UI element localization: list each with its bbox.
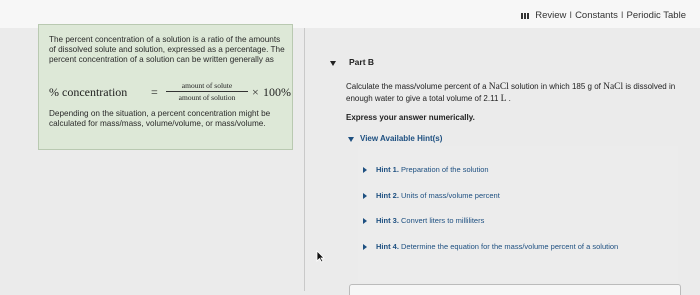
hint-title: Preparation of the solution — [398, 165, 489, 174]
hints-list: Hint 1. Preparation of the solution Hint… — [358, 146, 678, 282]
formula-numerator: amount of solute — [166, 81, 248, 92]
link-separator: I — [569, 10, 573, 21]
intro-paragraph: The percent concentration of a solution … — [49, 35, 285, 64]
intro-panel: The percent concentration of a solution … — [38, 24, 293, 150]
chem-nacl: NaCl — [488, 82, 509, 92]
answer-instruction: Express your answer numerically. — [346, 113, 475, 122]
resource-links: Review I Constants I Periodic Table — [521, 10, 686, 21]
question-text: Calculate the mass/volume percent of a N… — [346, 81, 686, 105]
hint-number: Hint 3. — [376, 216, 399, 225]
mouse-cursor-icon — [316, 250, 325, 263]
constants-link[interactable]: Constants — [575, 10, 618, 21]
intro-paragraph-2: Depending on the situation, a percent co… — [49, 109, 271, 128]
periodic-table-link[interactable]: Periodic Table — [626, 10, 686, 21]
formula-equals: = — [151, 85, 158, 99]
formula-denominator: amount of solution — [178, 93, 236, 102]
view-hints-link[interactable]: View Available Hint(s) — [360, 134, 442, 143]
expand-hint-icon — [363, 167, 367, 173]
question-text-2: solution in which 185 g of — [508, 82, 604, 91]
expand-hint-icon — [363, 218, 367, 224]
answer-box[interactable] — [349, 284, 681, 295]
percent-concentration-formula: % concentration = amount of solute amoun… — [49, 81, 294, 105]
formula-rhs: 100% — [263, 85, 291, 99]
chem-nacl: NaCl — [603, 82, 624, 92]
collapse-part-icon[interactable] — [330, 61, 336, 66]
question-text-4: . — [506, 94, 511, 103]
expand-hint-icon — [363, 244, 367, 250]
hint-title: Determine the equation for the mass/volu… — [398, 242, 619, 251]
hints-toggle-icon[interactable] — [348, 137, 354, 142]
question-text-1: Calculate the mass/volume percent of a — [346, 82, 489, 91]
hint-item[interactable]: Hint 2. Units of mass/volume percent — [358, 191, 648, 200]
resources-icon — [521, 12, 530, 19]
column-divider — [304, 28, 305, 291]
hint-number: Hint 4. — [376, 242, 399, 251]
formula-fraction: amount of solute amount of solution — [166, 81, 248, 102]
part-title: Part B — [349, 57, 375, 67]
formula-lhs: % concentration — [49, 85, 128, 99]
review-link[interactable]: Review — [535, 10, 566, 21]
hint-number: Hint 2. — [376, 191, 399, 200]
formula-times: × — [252, 85, 259, 99]
hint-item[interactable]: Hint 1. Preparation of the solution — [358, 165, 648, 174]
expand-hint-icon — [363, 193, 367, 199]
hint-title: Units of mass/volume percent — [398, 191, 500, 200]
hint-item[interactable]: Hint 3. Convert liters to milliliters — [358, 216, 648, 225]
hint-item[interactable]: Hint 4. Determine the equation for the m… — [358, 242, 648, 251]
link-separator: I — [620, 10, 624, 21]
hint-title: Convert liters to milliliters — [398, 216, 485, 225]
hint-number: Hint 1. — [376, 165, 399, 174]
